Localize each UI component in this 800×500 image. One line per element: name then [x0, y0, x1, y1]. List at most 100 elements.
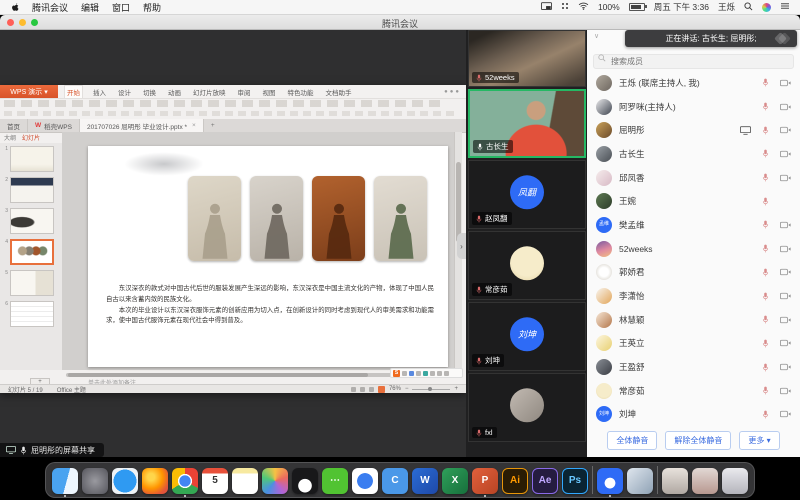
- wps-share-icon[interactable]: S: [393, 370, 400, 377]
- screen-mirroring-icon[interactable]: [541, 2, 552, 13]
- participant-row[interactable]: 王婉: [587, 189, 800, 213]
- panel-collapse-arrow[interactable]: ›: [457, 233, 466, 259]
- ribbon-tab[interactable]: 幻灯片放映: [191, 85, 228, 98]
- wps-logo-button[interactable]: WPS 演示▾: [0, 85, 58, 98]
- after-effects-icon[interactable]: Ae: [532, 468, 558, 494]
- ribbon-tab[interactable]: 开始: [64, 85, 83, 98]
- launchpad-icon[interactable]: [82, 468, 108, 494]
- zoom-in-icon[interactable]: +: [454, 386, 458, 392]
- mic-icon[interactable]: [760, 268, 771, 277]
- ribbon-tab[interactable]: 文档助手: [324, 85, 354, 98]
- ribbon-tab[interactable]: 切换: [141, 85, 158, 98]
- video-tile[interactable]: 古长生: [468, 89, 586, 158]
- wps-quick-toolbar[interactable]: S: [390, 368, 463, 378]
- panel-action-button[interactable]: 全体静音: [607, 431, 657, 450]
- participant-row[interactable]: 刘坤 刘坤: [587, 403, 800, 427]
- wps-toolbar-row2[interactable]: [4, 111, 456, 116]
- quick-icon[interactable]: [437, 371, 442, 376]
- participant-row[interactable]: 古长生: [587, 142, 800, 166]
- tab-presentation-file[interactable]: 201707026 屈明彤 毕业设计.pptx *×: [80, 119, 204, 132]
- slide-thumbnail[interactable]: 4: [0, 239, 62, 265]
- finder-icon[interactable]: [52, 468, 78, 494]
- ribbon-tab[interactable]: 特色功能: [286, 85, 316, 98]
- video-tile[interactable]: 凤翻 赵凤翻: [468, 160, 586, 229]
- menu-item[interactable]: 帮助: [143, 1, 161, 14]
- slide-thumb-preview[interactable]: [10, 239, 54, 265]
- powerpoint-icon[interactable]: P: [472, 468, 498, 494]
- mic-icon[interactable]: [760, 386, 771, 395]
- mic-icon[interactable]: [760, 315, 771, 324]
- pane-tab[interactable]: 幻灯片: [22, 133, 40, 142]
- minimized-window-icon[interactable]: [662, 468, 688, 494]
- view-normal-icon[interactable]: [351, 387, 356, 392]
- camera-icon[interactable]: [780, 410, 791, 418]
- menu-item[interactable]: 编辑: [81, 1, 99, 14]
- ribbon-tab[interactable]: 审阅: [236, 85, 253, 98]
- camera-icon[interactable]: [780, 79, 791, 87]
- menu-item[interactable]: 腾讯会议: [32, 1, 68, 14]
- cctalk-icon[interactable]: C: [382, 468, 408, 494]
- zoom-slider[interactable]: [412, 389, 450, 390]
- siri-icon[interactable]: [762, 3, 771, 12]
- camera-icon[interactable]: [780, 221, 791, 229]
- ribbon-tab[interactable]: 视图: [261, 85, 278, 98]
- notification-center-icon[interactable]: [780, 2, 790, 12]
- qq-icon[interactable]: [292, 468, 318, 494]
- mic-icon[interactable]: [760, 78, 771, 87]
- slide-thumbnail[interactable]: 1: [0, 146, 62, 172]
- participant-row[interactable]: 王英立: [587, 332, 800, 356]
- illustrator-icon[interactable]: Ai: [502, 468, 528, 494]
- mic-icon[interactable]: [760, 244, 771, 253]
- apple-menu-icon[interactable]: [10, 2, 20, 13]
- chrome-icon[interactable]: [172, 468, 198, 494]
- camera-icon[interactable]: [780, 103, 791, 111]
- participant-row[interactable]: 王烁 (联席主持人, 我): [587, 71, 800, 95]
- firefox-icon[interactable]: [142, 468, 168, 494]
- tab-daoke[interactable]: W稻壳WPS: [28, 119, 80, 132]
- ribbon-tab[interactable]: 动画: [166, 85, 183, 98]
- close-tab-icon[interactable]: ×: [192, 122, 196, 129]
- calendar-icon[interactable]: 5: [202, 468, 228, 494]
- slide-thumb-preview[interactable]: [10, 301, 54, 327]
- mic-icon[interactable]: [760, 292, 771, 301]
- video-tile[interactable]: fxl: [468, 373, 586, 442]
- slide-thumb-preview[interactable]: [10, 270, 54, 296]
- participant-row[interactable]: 李潇怡: [587, 284, 800, 308]
- tencent-meeting-icon[interactable]: [597, 468, 623, 494]
- slide-thumb-preview[interactable]: [10, 146, 54, 172]
- ribbon-tab[interactable]: 设计: [116, 85, 133, 98]
- notes-icon[interactable]: [232, 468, 258, 494]
- preview-icon[interactable]: [627, 468, 653, 494]
- camera-icon[interactable]: [780, 339, 791, 347]
- tab-home[interactable]: 首页: [0, 119, 28, 132]
- participant-row[interactable]: 郭娇君: [587, 261, 800, 285]
- panel-action-button[interactable]: 更多 ▾: [739, 431, 779, 450]
- camera-icon[interactable]: [780, 126, 791, 134]
- camera-icon[interactable]: [780, 387, 791, 395]
- wps-toolbar-row1[interactable]: [4, 100, 444, 107]
- camera-icon[interactable]: [780, 150, 791, 158]
- panel-action-button[interactable]: 解除全体静音: [665, 431, 731, 450]
- minimized-window-icon[interactable]: [692, 468, 718, 494]
- camera-icon[interactable]: [780, 245, 791, 253]
- camera-icon[interactable]: [780, 174, 791, 182]
- video-tile[interactable]: 常彦茹: [468, 231, 586, 300]
- slideshow-icon[interactable]: [378, 386, 385, 393]
- trash-icon[interactable]: [722, 468, 748, 494]
- camera-icon[interactable]: [780, 363, 791, 371]
- participant-row[interactable]: 屈明彤: [587, 118, 800, 142]
- participant-row[interactable]: 林慧颖: [587, 308, 800, 332]
- participant-row[interactable]: 常彦茹: [587, 379, 800, 403]
- mic-icon[interactable]: [760, 363, 771, 372]
- excel-icon[interactable]: X: [442, 468, 468, 494]
- participant-row[interactable]: 孟维 樊孟维: [587, 213, 800, 237]
- mic-icon[interactable]: [760, 197, 771, 206]
- quick-icon[interactable]: [423, 371, 428, 376]
- camera-icon[interactable]: [780, 268, 791, 276]
- ribbon-tab[interactable]: 插入: [91, 85, 108, 98]
- new-tab-button[interactable]: +: [204, 119, 222, 132]
- video-tile[interactable]: 52weeks: [468, 30, 586, 87]
- wifi-icon[interactable]: [578, 2, 589, 12]
- quick-icon[interactable]: [444, 371, 449, 376]
- photoshop-icon[interactable]: Ps: [562, 468, 588, 494]
